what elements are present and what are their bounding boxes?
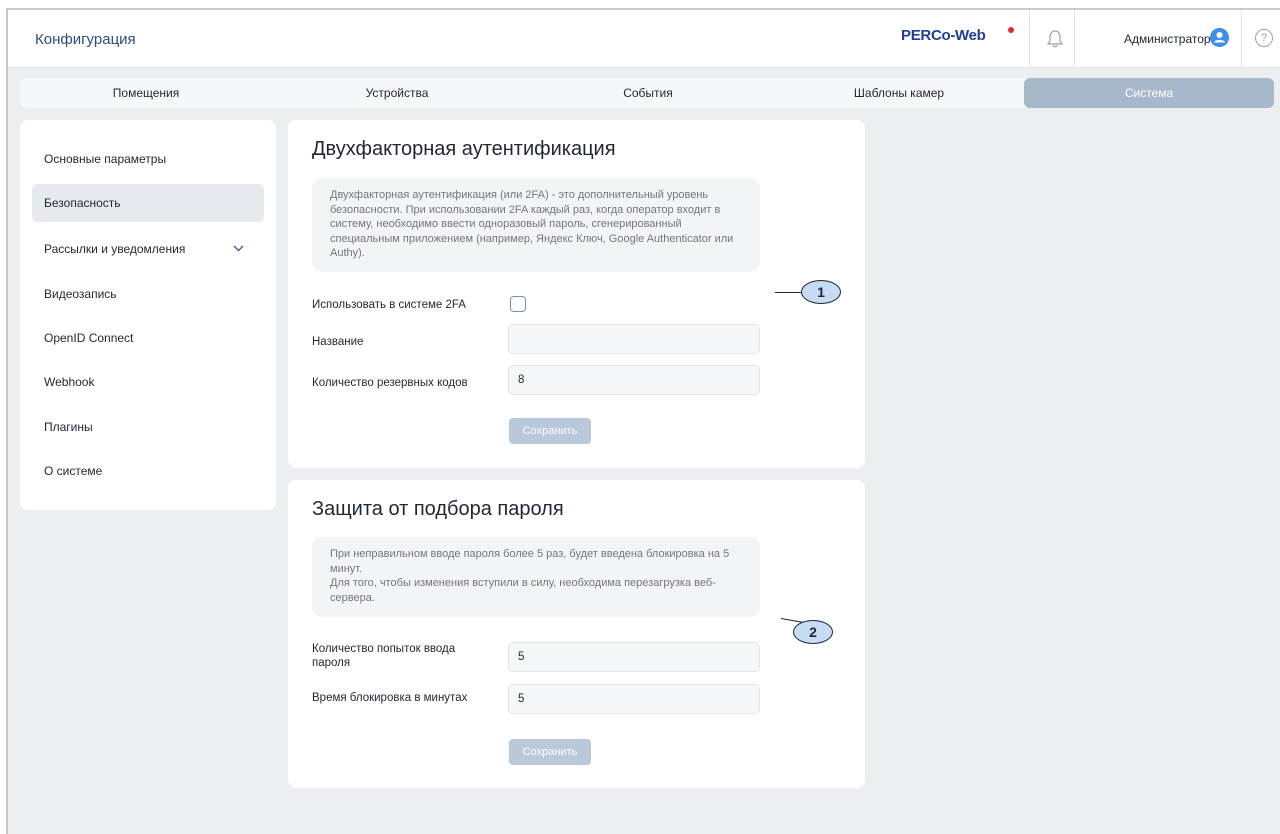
twofa-info-text: Двухфакторная аутентификация (или 2FA) -… [330, 189, 734, 259]
settings-sidebar: Основные параметры Безопасность Рассылки… [20, 120, 276, 510]
tab-rooms[interactable]: Помещения [20, 78, 272, 108]
sidebar-item-plugins[interactable]: Плагины [32, 408, 264, 446]
bell-icon[interactable] [1046, 29, 1064, 49]
name-input[interactable] [508, 324, 760, 354]
use-2fa-label: Использовать в системе 2FA [312, 299, 466, 311]
tab-camera-templates[interactable]: Шаблоны камер [774, 78, 1024, 108]
logo-dot [1008, 27, 1014, 33]
header-divider [1074, 10, 1075, 68]
attempts-label: Количество попыток ввода пароля [312, 643, 456, 669]
perco-web-logo: PERCo-Web [901, 27, 986, 44]
name-label: Название [312, 336, 364, 348]
backup-codes-input[interactable]: 8 [508, 365, 760, 395]
sidebar-item-general[interactable]: Основные параметры [32, 140, 264, 178]
main-tabs: Помещения Устройства События Шаблоны кам… [20, 78, 1274, 108]
bruteforce-info-line-1: При неправильном вводе пароля более 5 ра… [330, 548, 730, 575]
header-divider [1029, 10, 1030, 68]
user-name[interactable]: Администратор [1124, 32, 1211, 46]
tab-devices[interactable]: Устройства [272, 78, 522, 108]
user-avatar-icon[interactable] [1210, 28, 1229, 47]
bruteforce-info-line-2: Для того, чтобы изменения вступили в сил… [330, 577, 716, 604]
sidebar-item-security[interactable]: Безопасность [32, 184, 264, 222]
twofa-title: Двухфакторная аутентификация [312, 138, 616, 160]
use-2fa-checkbox[interactable] [510, 296, 526, 312]
help-icon[interactable]: ? [1255, 29, 1273, 47]
sidebar-item-notifications[interactable]: Рассылки и уведомления [32, 230, 264, 268]
sidebar-item-about[interactable]: О системе [32, 452, 264, 490]
chevron-down-icon[interactable] [233, 243, 244, 254]
callout-1: 1 [801, 280, 841, 304]
attempts-input[interactable]: 5 [508, 642, 760, 672]
app-title: Конфигурация [35, 31, 136, 48]
sidebar-item-webhook[interactable]: Webhook [32, 363, 264, 401]
tab-system[interactable]: Система [1024, 78, 1274, 108]
tab-events[interactable]: События [522, 78, 774, 108]
backup-codes-label: Количество резервных кодов [312, 377, 468, 389]
header-divider [1241, 10, 1242, 68]
app-frame: Конфигурация PERCo-Web Администратор ? П… [6, 8, 1280, 834]
bruteforce-title: Защита от подбора пароля [312, 498, 564, 520]
twofa-card: Двухфакторная аутентификация Двухфакторн… [288, 120, 865, 468]
bruteforce-info: При неправильном вводе пароля более 5 ра… [312, 537, 760, 617]
lock-minutes-input[interactable]: 5 [508, 684, 760, 714]
callout-2: 2 [793, 620, 833, 644]
top-header: Конфигурация PERCo-Web Администратор ? [8, 10, 1280, 68]
twofa-info: Двухфакторная аутентификация (или 2FA) -… [312, 178, 760, 272]
sidebar-item-openid[interactable]: OpenID Connect [32, 319, 264, 357]
bruteforce-card: Защита от подбора пароля При неправильно… [288, 480, 865, 788]
lock-minutes-label: Время блокировка в минутах [312, 692, 468, 704]
twofa-save-button[interactable]: Сохранить [509, 418, 591, 444]
sidebar-item-video[interactable]: Видеозапись [32, 275, 264, 313]
bruteforce-save-button[interactable]: Сохранить [509, 739, 591, 765]
sidebar-item-label: Рассылки и уведомления [44, 242, 186, 256]
